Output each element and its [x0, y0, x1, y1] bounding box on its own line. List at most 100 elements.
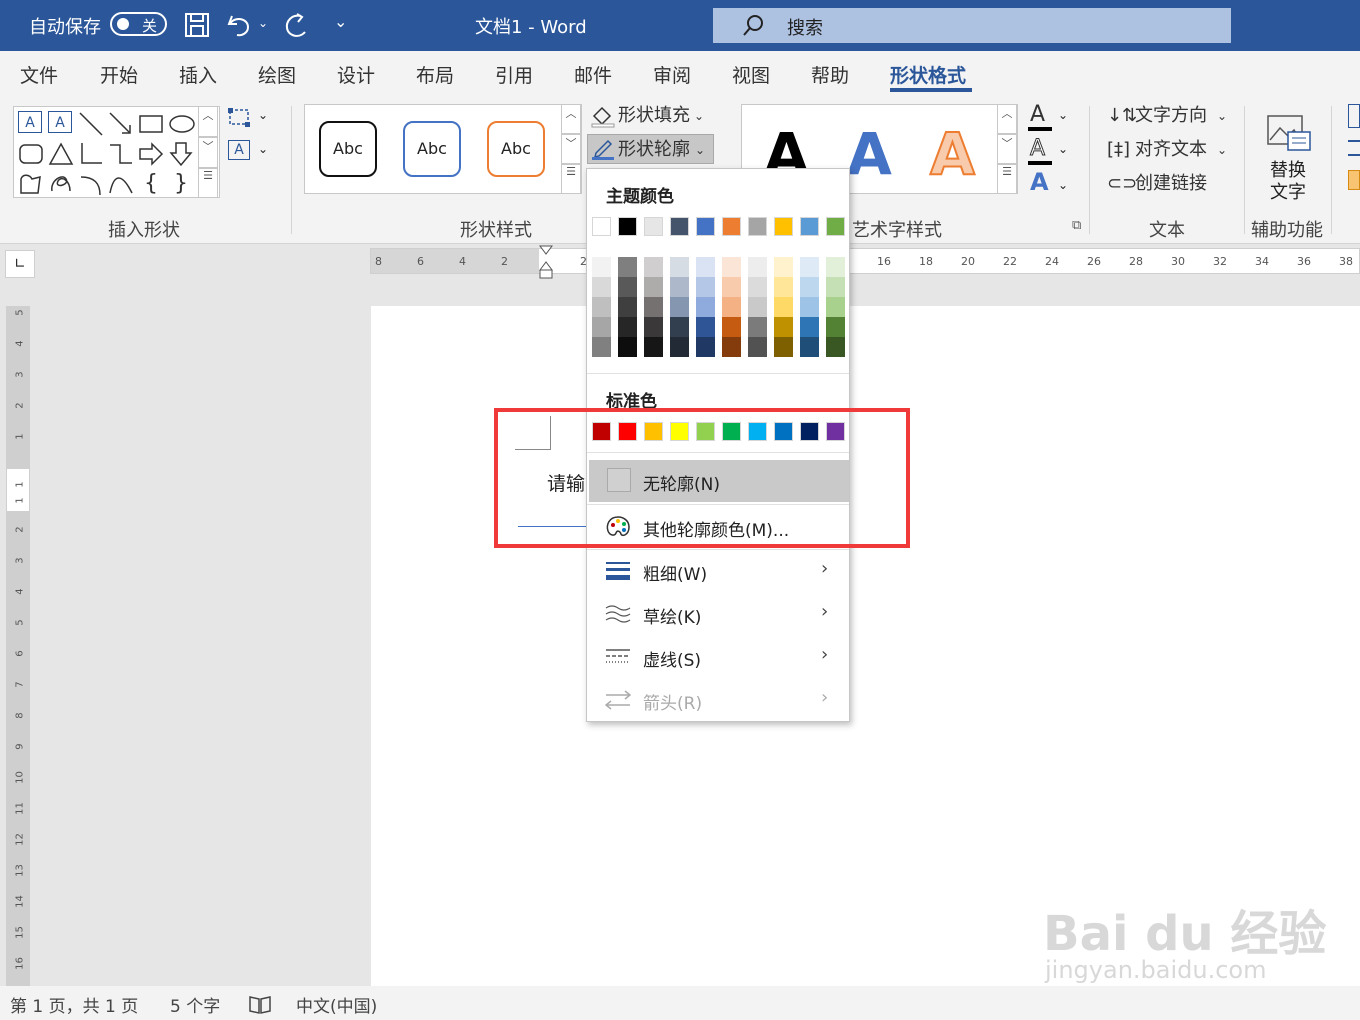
- wordart-scroll-up-icon[interactable]: ︿: [997, 104, 1017, 134]
- theme-shade-swatch[interactable]: [722, 317, 741, 337]
- theme-shade-swatch[interactable]: [644, 257, 663, 277]
- create-link-button[interactable]: ⊂⊃ 创建链接: [1107, 169, 1227, 199]
- theme-shade-swatch[interactable]: [748, 297, 767, 317]
- theme-color-swatch[interactable]: [618, 217, 637, 236]
- theme-shade-swatch[interactable]: [722, 337, 741, 357]
- theme-shade-swatch[interactable]: [670, 277, 689, 297]
- elbow-connector-shape-icon[interactable]: [78, 141, 104, 167]
- alt-text-button[interactable]: 替换 文字: [1258, 108, 1320, 208]
- theme-shade-swatch[interactable]: [800, 257, 819, 277]
- rectangle-shape-icon[interactable]: [138, 111, 164, 137]
- line-shape-icon[interactable]: [78, 111, 104, 137]
- text-outline-icon[interactable]: A: [1028, 136, 1054, 166]
- theme-shade-swatch[interactable]: [670, 317, 689, 337]
- theme-shade-swatch[interactable]: [592, 277, 611, 297]
- theme-shade-swatch[interactable]: [774, 297, 793, 317]
- theme-shade-swatch[interactable]: [696, 337, 715, 357]
- sketched-menu-item[interactable]: 草绘(K) ›: [589, 593, 849, 635]
- theme-shade-swatch[interactable]: [618, 257, 637, 277]
- theme-color-swatch[interactable]: [696, 217, 715, 236]
- dashes-menu-item[interactable]: 虚线(S) ›: [589, 636, 849, 678]
- weight-menu-item[interactable]: 粗细(W) ›: [589, 550, 849, 592]
- autosave-toggle[interactable]: 关: [110, 12, 167, 36]
- theme-shade-swatch[interactable]: [722, 277, 741, 297]
- styles-scroll-up-icon[interactable]: ︿: [561, 104, 581, 134]
- theme-shade-swatch[interactable]: [670, 257, 689, 277]
- proofing-book-icon[interactable]: [248, 993, 272, 1015]
- tab-selector-icon[interactable]: ∟: [5, 250, 35, 278]
- theme-shade-swatch[interactable]: [826, 317, 845, 337]
- horizontal-ruler[interactable]: 8 6 4 2 2 16 18 20 22 24 26 28 30 32 34 …: [370, 248, 1360, 274]
- theme-color-swatch[interactable]: [826, 217, 845, 236]
- draw-textbox-icon[interactable]: A: [228, 140, 250, 160]
- shape-outline-button[interactable]: 形状轮廓 ⌄: [587, 134, 714, 164]
- arrange-position-icon[interactable]: [1348, 104, 1360, 128]
- tab-view[interactable]: 视图: [732, 61, 770, 88]
- textbox-dropdown-icon[interactable]: ⌄: [258, 142, 268, 156]
- theme-color-swatch[interactable]: [774, 217, 793, 236]
- theme-shade-swatch[interactable]: [748, 337, 767, 357]
- vertical-textbox-shape-icon[interactable]: A: [48, 111, 72, 133]
- wordart-sample-orange[interactable]: A: [929, 119, 976, 189]
- indent-marker-icon[interactable]: [538, 244, 554, 282]
- text-outline-dropdown-icon[interactable]: ⌄: [1058, 142, 1068, 156]
- arrange-bring-forward-icon[interactable]: [1348, 170, 1360, 190]
- theme-shade-swatch[interactable]: [722, 257, 741, 277]
- page-count[interactable]: 第 1 页，共 1 页: [10, 992, 138, 1017]
- shapes-more-icon[interactable]: ☰: [198, 168, 218, 198]
- elbow-arrow-shape-icon[interactable]: [108, 141, 134, 167]
- wordart-sample-blue[interactable]: A: [847, 119, 892, 189]
- word-count[interactable]: 5 个字: [170, 992, 220, 1017]
- theme-color-swatch[interactable]: [592, 217, 611, 236]
- theme-shade-swatch[interactable]: [696, 317, 715, 337]
- theme-shade-swatch[interactable]: [696, 297, 715, 317]
- theme-shade-swatch[interactable]: [800, 337, 819, 357]
- tab-help[interactable]: 帮助: [811, 61, 849, 88]
- theme-shade-swatch[interactable]: [774, 317, 793, 337]
- tab-design[interactable]: 设计: [337, 61, 375, 88]
- theme-shade-swatch[interactable]: [826, 297, 845, 317]
- theme-shade-swatch[interactable]: [696, 277, 715, 297]
- theme-shade-swatch[interactable]: [670, 297, 689, 317]
- theme-shade-swatch[interactable]: [696, 257, 715, 277]
- theme-shade-swatch[interactable]: [618, 317, 637, 337]
- shapes-scroll-up-icon[interactable]: ︿: [198, 106, 218, 137]
- theme-shade-swatch[interactable]: [774, 337, 793, 357]
- tab-draw[interactable]: 绘图: [258, 61, 296, 88]
- theme-shade-swatch[interactable]: [722, 297, 741, 317]
- right-arrow-shape-icon[interactable]: [138, 141, 164, 167]
- theme-shade-swatch[interactable]: [748, 317, 767, 337]
- theme-shade-swatch[interactable]: [826, 257, 845, 277]
- vertical-ruler[interactable]: 5 4 3 2 1 1 1 2 3 4 5 6 7 8 9 10 11 12 1…: [6, 306, 30, 986]
- tab-file[interactable]: 文件: [20, 61, 58, 88]
- styles-scroll-down-icon[interactable]: ﹀: [561, 134, 581, 164]
- theme-shade-swatch[interactable]: [826, 337, 845, 357]
- left-brace-shape-icon[interactable]: {: [138, 171, 164, 197]
- theme-shade-swatch[interactable]: [774, 257, 793, 277]
- wordart-more-icon[interactable]: ☰: [997, 164, 1017, 194]
- theme-shade-swatch[interactable]: [800, 317, 819, 337]
- theme-shade-swatch[interactable]: [748, 257, 767, 277]
- theme-color-swatch[interactable]: [644, 217, 663, 236]
- theme-shade-swatch[interactable]: [592, 337, 611, 357]
- language-indicator[interactable]: 中文(中国): [296, 992, 377, 1017]
- theme-shade-swatch[interactable]: [644, 317, 663, 337]
- curve-shape-icon[interactable]: [108, 171, 134, 197]
- theme-shade-swatch[interactable]: [592, 297, 611, 317]
- tab-references[interactable]: 引用: [495, 61, 533, 88]
- shapes-scroll-down-icon[interactable]: ﹀: [198, 137, 218, 168]
- theme-shade-swatch[interactable]: [618, 337, 637, 357]
- theme-shade-swatch[interactable]: [748, 277, 767, 297]
- tab-home[interactable]: 开始: [100, 61, 138, 88]
- scribble-shape-icon[interactable]: [48, 171, 74, 197]
- text-fill-icon[interactable]: A: [1028, 102, 1054, 132]
- wordart-scroll-down-icon[interactable]: ﹀: [997, 134, 1017, 164]
- oval-shape-icon[interactable]: [168, 111, 196, 137]
- arrows-menu-item[interactable]: 箭头(R) ›: [589, 679, 849, 721]
- theme-shade-swatch[interactable]: [774, 277, 793, 297]
- edit-shape-icon[interactable]: [226, 104, 252, 130]
- theme-color-swatch[interactable]: [722, 217, 741, 236]
- theme-shade-swatch[interactable]: [670, 337, 689, 357]
- theme-shade-swatch[interactable]: [800, 277, 819, 297]
- theme-shade-swatch[interactable]: [592, 317, 611, 337]
